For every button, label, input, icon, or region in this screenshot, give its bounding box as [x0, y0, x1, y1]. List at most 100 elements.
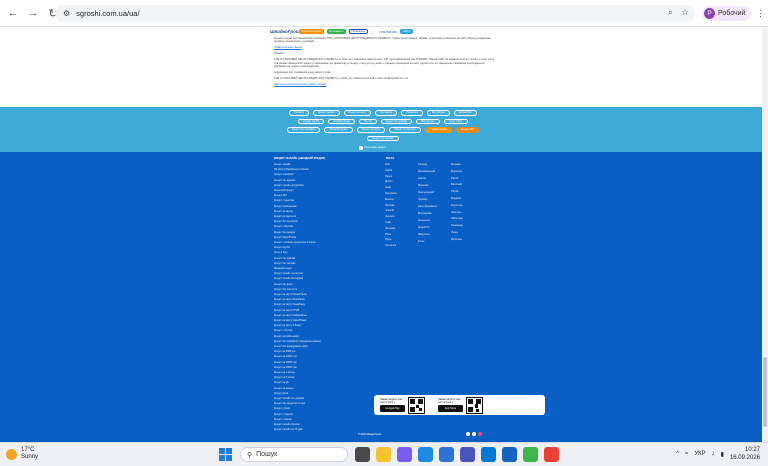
- footer-link[interactable]: Кредит без застави: [274, 262, 296, 265]
- chrome-icon[interactable]: [544, 447, 559, 462]
- footer-link[interactable]: Кредит для військових: [274, 335, 299, 338]
- telegram-icon[interactable]: [472, 432, 476, 436]
- profile-button[interactable]: Р Робочий: [702, 6, 752, 21]
- chevron-up-icon[interactable]: ^: [676, 451, 679, 457]
- repay-button[interactable]: Погашення: [348, 29, 369, 34]
- footer-link[interactable]: Кредит на 5000 грн: [274, 350, 295, 353]
- footer-link[interactable]: Тернопіль: [385, 244, 396, 247]
- footer-link[interactable]: Коростень: [451, 204, 463, 207]
- footer-link[interactable]: Обухів: [451, 190, 458, 193]
- footer-link[interactable]: Кредит онлайн на рахунок: [274, 272, 303, 275]
- footer-link[interactable]: Чернігів: [385, 209, 394, 212]
- tag-link[interactable]: Кредит без перевірок: [286, 127, 321, 133]
- copilot-icon[interactable]: [397, 447, 412, 462]
- footer-link[interactable]: Кредит студентам: [274, 199, 294, 202]
- footer-link[interactable]: Бровари: [451, 163, 460, 166]
- rules-link[interactable]: Правила кредитування: [274, 46, 302, 49]
- footer-link[interactable]: Кредит без перевірок: [274, 220, 298, 223]
- footer-link[interactable]: Мукачево: [451, 238, 462, 241]
- app-store-badge[interactable]: App Store: [438, 405, 463, 412]
- nbu-link[interactable]: Звернення до Національного банку України: [274, 83, 326, 86]
- tag-link[interactable]: Кредит без застави: [367, 135, 399, 141]
- footer-link[interactable]: Одеса: [385, 175, 392, 178]
- footer-link[interactable]: Кредит з 18 років: [274, 225, 293, 228]
- footer-link[interactable]: Кредит без відмови: [274, 179, 296, 182]
- footer-link[interactable]: Фастів: [451, 177, 458, 180]
- tag-link[interactable]: Терміново: [401, 110, 423, 116]
- tag-link[interactable]: Без відмов: [375, 110, 398, 116]
- google-play-badge[interactable]: Google Play: [380, 405, 405, 412]
- app-store-card[interactable]: Завантажуйте наш застосунок у App Store: [432, 395, 545, 415]
- footer-link[interactable]: Бориспіль: [451, 170, 462, 173]
- footer-link[interactable]: Кредит на карту А-Банку: [274, 324, 301, 327]
- footer-link[interactable]: Павлоград: [451, 217, 463, 220]
- volume-icon[interactable]: ♪: [712, 451, 715, 457]
- footer-link[interactable]: Івано-Франківськ: [418, 205, 437, 208]
- footer-link[interactable]: Кредит онлайн без відмов: [274, 277, 303, 280]
- footer-link[interactable]: Луцьк: [385, 238, 391, 241]
- footer-link[interactable]: Кредит на карту Укрсиббанку: [274, 319, 306, 322]
- footer-link[interactable]: Херсон: [418, 177, 426, 180]
- instagram-icon[interactable]: [478, 432, 482, 436]
- footer-link[interactable]: Кредит під 0%: [274, 246, 290, 249]
- footer-link[interactable]: Кредит без довідок: [274, 231, 295, 234]
- scrollbar-thumb[interactable]: [763, 357, 767, 427]
- footer-link[interactable]: Кредит без офіційного працевлаштування: [274, 340, 321, 343]
- footer-link[interactable]: Кредит терміново: [274, 173, 294, 176]
- footer-link[interactable]: Львів: [385, 186, 391, 189]
- footer-link[interactable]: Гроші в борг: [274, 251, 288, 254]
- footer-link[interactable]: Дніпро: [385, 180, 392, 183]
- footer-link[interactable]: Швидкий кредит: [274, 267, 292, 270]
- weather-widget[interactable]: 17°C Sunny: [6, 447, 38, 461]
- footer-link[interactable]: Кредит онлайн: [274, 163, 291, 166]
- footer-link[interactable]: Кременчук: [418, 219, 430, 222]
- tag-link[interactable]: Кредит на картку: [356, 127, 386, 133]
- back-icon[interactable]: ←: [4, 4, 22, 22]
- footer-link[interactable]: Кредит онлайн без дзвінків: [274, 397, 304, 400]
- footer-link[interactable]: Васильків: [451, 183, 462, 186]
- edge-icon[interactable]: [418, 447, 433, 462]
- footer-link[interactable]: Кредит без відвідування офісу: [274, 345, 308, 348]
- footer-link[interactable]: Кредит на 20000 грн: [274, 361, 297, 364]
- footer-link[interactable]: Кредит на вихідні: [274, 387, 293, 390]
- forward-icon[interactable]: →: [24, 4, 42, 22]
- tag-link[interactable]: Кредит онлайн: [313, 110, 340, 116]
- phone-app-icon[interactable]: [523, 447, 538, 462]
- footer-link[interactable]: Кредит без кредитної історії: [274, 402, 305, 405]
- footer-link[interactable]: Кредит без паспорта: [274, 288, 297, 291]
- telegram-app-icon[interactable]: [502, 447, 517, 462]
- wifi-icon[interactable]: ≈: [685, 451, 688, 457]
- footer-link[interactable]: Рівне: [385, 233, 391, 236]
- footer-link[interactable]: Маріуполь: [418, 233, 430, 236]
- footer-link[interactable]: Кредит на карту Ощадбанку: [274, 303, 305, 306]
- footer-link[interactable]: Кредит на карту ПУМБ: [274, 309, 299, 312]
- battery-icon[interactable]: ▮: [721, 451, 724, 458]
- tag-link[interactable]: Кредит 24/7: [456, 127, 480, 133]
- footer-link[interactable]: Харків: [385, 169, 392, 172]
- footer-link[interactable]: Чернівці: [418, 198, 427, 201]
- footer-link[interactable]: Ужгород: [418, 163, 427, 166]
- tag-link[interactable]: На карту: [289, 110, 310, 116]
- footer-link[interactable]: Миколаїв: [418, 184, 428, 187]
- footer-link[interactable]: Кредит 24/7: [274, 194, 287, 197]
- footer-link[interactable]: Бердичів: [451, 197, 461, 200]
- language-indicator[interactable]: УКР: [694, 451, 705, 457]
- footer-link[interactable]: Безпечний кредит: [274, 189, 294, 192]
- get-credit-button[interactable]: Отримати кредит: [299, 29, 324, 34]
- site-logo[interactable]: ШвидкоГроші: [270, 29, 301, 34]
- zoom-icon[interactable]: ⌕: [668, 7, 673, 18]
- footer-link[interactable]: Ірпінь: [418, 240, 424, 243]
- tag-link[interactable]: Без довідок: [426, 110, 450, 116]
- footer-link[interactable]: Кредит онлайн цілодобово: [274, 184, 304, 187]
- tag-link[interactable]: Цілодобово: [453, 110, 477, 116]
- footer-link[interactable]: Житомир: [385, 227, 395, 230]
- footer-link[interactable]: Кредит на картку: [274, 210, 293, 213]
- file-explorer-icon[interactable]: [376, 447, 391, 462]
- outlook-icon[interactable]: [439, 447, 454, 462]
- footer-link[interactable]: Кредит у Львові: [274, 418, 292, 421]
- phone-number[interactable]: 0 800 806 000: [379, 30, 397, 34]
- tag-link[interactable]: Швидкий кредит: [324, 127, 353, 133]
- site-info-icon[interactable]: ⚙: [63, 9, 70, 18]
- footer-link[interactable]: Кредит онлайн Україна: [274, 423, 300, 426]
- taskbar-search[interactable]: ⚲ Пошук: [240, 447, 348, 462]
